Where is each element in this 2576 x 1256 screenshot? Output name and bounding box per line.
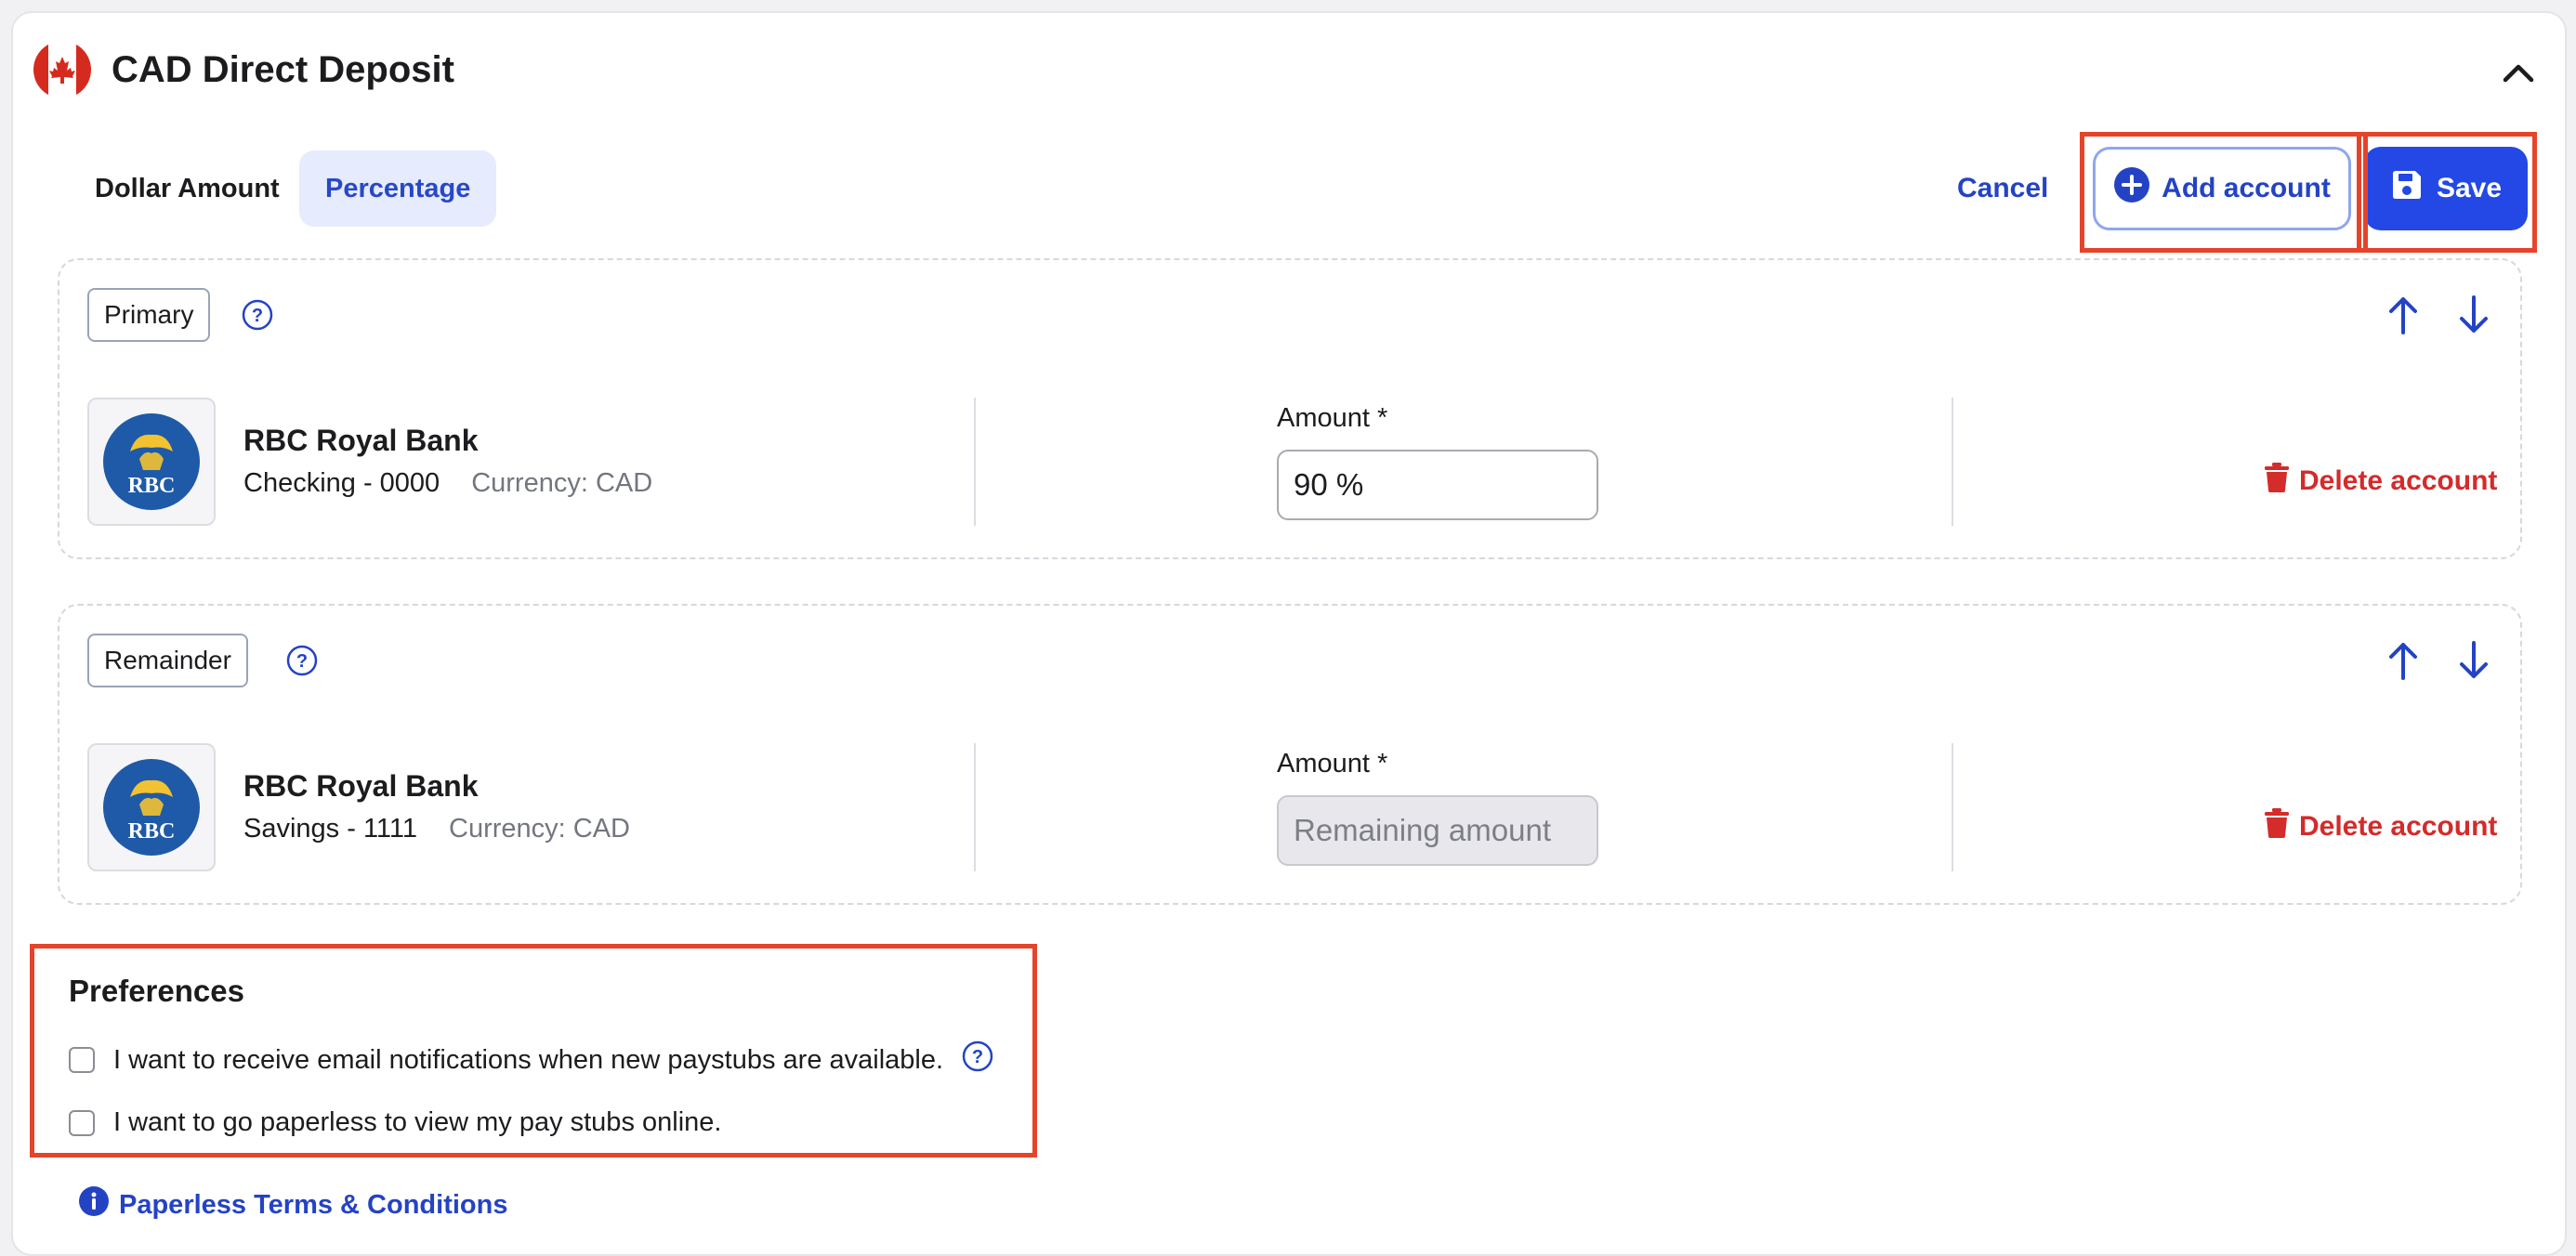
arrow-down-icon[interactable] [2455,294,2492,336]
amount-label: Amount * [1277,403,1388,433]
account-currency: Currency: CAD [471,468,653,498]
svg-text:RBC: RBC [128,474,176,498]
account-number: Savings - 1111 [243,814,417,844]
paperless-terms-label: Paperless Terms & Conditions [119,1189,508,1220]
account-card-remainder: Remainder ? RBC RBC Royal Bank Savings -… [58,604,2522,905]
help-icon[interactable]: ? [242,299,273,331]
paperless-row: I want to go paperless to view my pay st… [69,1107,721,1138]
info-icon [78,1185,110,1224]
help-icon[interactable]: ? [286,645,318,676]
paperless-label: I want to go paperless to view my pay st… [113,1107,722,1137]
account-details: Savings - 1111 Currency: CAD [243,814,630,844]
tab-percentage[interactable]: Percentage [299,150,497,227]
amount-input-remaining [1277,795,1598,866]
canada-flag-icon [33,41,91,98]
arrow-up-icon[interactable] [2385,639,2422,682]
delete-account-button[interactable]: Delete account [2264,459,2497,504]
tab-dollar-amount[interactable]: Dollar Amount [69,150,306,227]
chevron-up-icon[interactable] [2500,54,2537,91]
cancel-button[interactable]: Cancel [1957,158,2048,219]
page-title: CAD Direct Deposit [112,49,454,90]
account-number: Checking - 0000 [243,468,440,498]
paperless-checkbox[interactable] [69,1109,95,1136]
email-notifications-checkbox[interactable] [69,1047,95,1073]
trash-icon [2264,462,2290,501]
divider [1952,398,1953,526]
trash-icon [2264,807,2290,846]
account-card-primary: Primary ? RBC RBC Royal Bank Checking - … [58,258,2522,559]
divider [974,743,976,871]
svg-text:RBC: RBC [128,819,176,844]
email-notifications-row: I want to receive email notifications wh… [69,1040,993,1079]
delete-account-label: Delete account [2299,465,2498,496]
delete-account-button[interactable]: Delete account [2264,805,2497,849]
role-badge-remainder: Remainder [87,634,248,687]
bank-logo: RBC [87,743,216,871]
divider [974,398,976,526]
add-account-label: Add account [2162,173,2331,203]
add-account-button[interactable]: Add account [2093,147,2351,230]
arrow-up-icon[interactable] [2385,294,2422,336]
preferences-title: Preferences [69,974,244,1008]
bank-logo: RBC [87,398,216,526]
plus-circle-icon [2113,166,2150,211]
amount-input[interactable] [1277,450,1598,520]
floppy-disk-icon [2390,168,2424,209]
bank-name: RBC Royal Bank [243,424,479,457]
email-notifications-label: I want to receive email notifications wh… [113,1044,944,1075]
save-button[interactable]: Save [2364,147,2528,230]
account-details: Checking - 0000 Currency: CAD [243,468,652,499]
direct-deposit-panel: CAD Direct Deposit Dollar Amount Percent… [11,11,2567,1256]
paperless-terms-link[interactable]: Paperless Terms & Conditions [78,1185,507,1224]
help-icon[interactable]: ? [962,1040,993,1079]
delete-account-label: Delete account [2299,811,2498,842]
arrow-down-icon[interactable] [2455,639,2492,682]
divider [1952,743,1953,871]
amount-label: Amount * [1277,749,1388,778]
save-label: Save [2436,173,2503,203]
svg-text:?: ? [972,1047,983,1067]
svg-text:?: ? [252,306,263,326]
account-currency: Currency: CAD [449,814,630,844]
svg-text:?: ? [296,651,308,672]
bank-name: RBC Royal Bank [243,769,479,803]
role-badge-primary: Primary [87,288,211,342]
